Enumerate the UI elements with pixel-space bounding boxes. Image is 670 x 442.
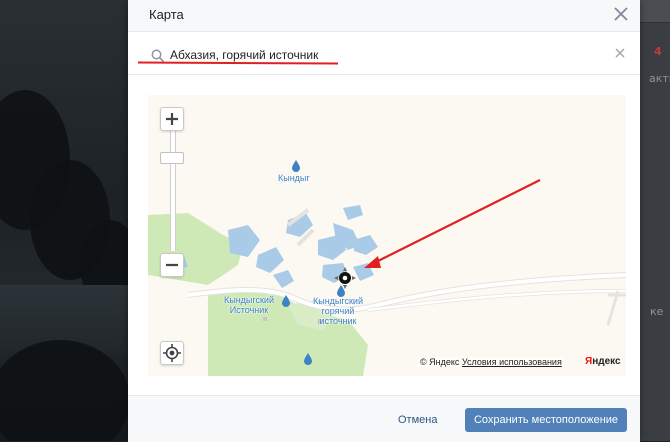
map-label-hot-spring: Кындыгский горячий источник — [313, 296, 363, 326]
map-label-line: Кындыгский — [224, 295, 274, 305]
map-modal: Карта Абхазия, горячий источник Кындыг К… — [128, 0, 640, 442]
zoom-out-button[interactable] — [160, 253, 184, 277]
copyright-text: © Яндекс — [420, 357, 460, 367]
background-right-panel: 4 акти ке — [640, 0, 670, 441]
background-badge: 4 — [654, 45, 662, 58]
geolocation-icon[interactable] — [160, 341, 184, 365]
background-right-header — [640, 0, 670, 23]
map-label-line: источник — [319, 316, 357, 326]
background-tree — [0, 340, 130, 441]
terms-of-use-link[interactable]: Условия использования — [462, 357, 562, 367]
zoom-slider-track[interactable] — [170, 131, 176, 251]
map-label-line: горячий — [321, 306, 355, 316]
map-label-line: Источник — [229, 305, 269, 315]
yandex-logo-rest: ндекс — [592, 356, 621, 367]
map-copyright: © Яндекс Условия использования — [418, 357, 564, 367]
clear-icon[interactable] — [614, 47, 626, 59]
location-pin-icon[interactable] — [332, 265, 358, 291]
zoom-in-button[interactable] — [160, 107, 184, 131]
background-text-fragment: ке — [650, 305, 664, 318]
map-view[interactable]: Кындыг Кындыгский Источник Кындыгский го… — [148, 95, 626, 376]
modal-title: Карта — [149, 7, 184, 22]
modal-header: Карта — [128, 0, 640, 32]
close-icon[interactable] — [612, 5, 630, 23]
cancel-button[interactable]: Отмена — [390, 408, 445, 432]
save-location-button[interactable]: Сохранить местоположение — [465, 408, 627, 432]
zoom-slider-handle[interactable] — [160, 152, 184, 164]
map-tiles — [148, 160, 626, 376]
modal-footer: Отмена Сохранить местоположение — [128, 395, 640, 442]
background-text-fragment: акти — [649, 72, 670, 85]
search-row — [128, 32, 640, 75]
map-label-kyndyg-spring: Кындыгский Источник — [224, 295, 274, 315]
yandex-logo[interactable]: Яндекс — [585, 356, 621, 367]
map-label-line: Кындыгский — [313, 296, 363, 306]
map-label-kyndyg: Кындыг — [278, 173, 310, 183]
